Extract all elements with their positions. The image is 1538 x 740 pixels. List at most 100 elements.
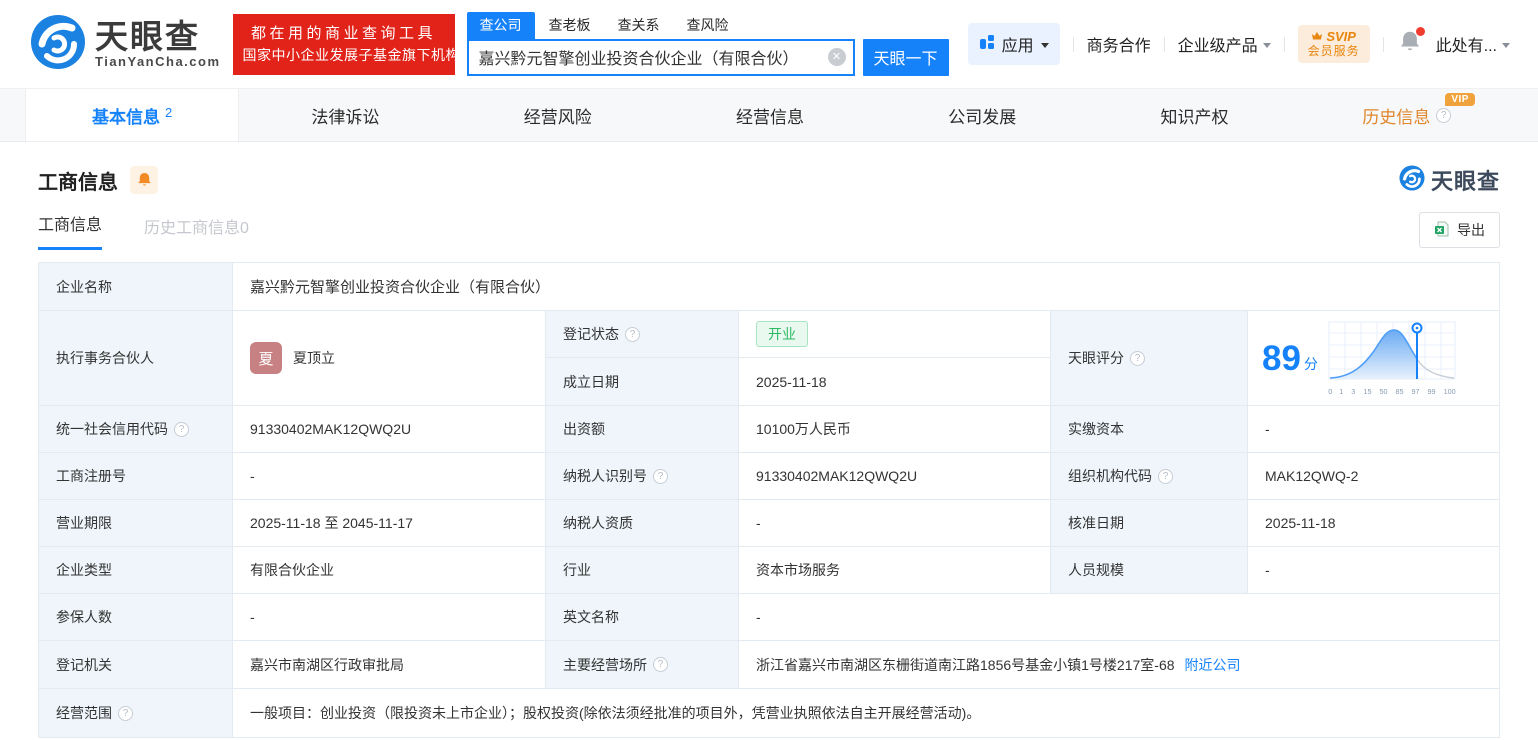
score-distribution-chart: 0131550859799100 (1328, 321, 1458, 396)
paid-capital-value: - (1248, 406, 1500, 453)
site-header: 天眼查 TianYanCha.com 都在用的商业查询工具 国家中小企业发展子基… (0, 0, 1538, 88)
subtab-business-info[interactable]: 工商信息 (38, 211, 102, 250)
field-label: 成立日期 (546, 358, 739, 406)
section-title: 工商信息 (38, 166, 118, 195)
tab-history-info[interactable]: VIP 历史信息 ? (1301, 89, 1513, 141)
export-label: 导出 (1457, 220, 1485, 240)
org-code-value: MAK12QWQ-2 (1248, 453, 1500, 500)
help-icon[interactable]: ? (174, 422, 189, 437)
status-badge: 开业 (756, 321, 808, 347)
tab-label: 基本信息 (92, 103, 160, 128)
field-label: 统一社会信用代码 ? (39, 406, 233, 453)
excel-icon (1434, 221, 1450, 240)
tab-label: 经营风险 (524, 103, 592, 128)
tab-operating-risk[interactable]: 经营风险 (452, 89, 664, 141)
header-nav: 应用 商务合作 企业级产品 SVIP 会员服务 (968, 23, 1510, 65)
crown-icon (1311, 29, 1323, 44)
tab-company-development[interactable]: 公司发展 (876, 89, 1088, 141)
field-label: 天眼评分 ? (1051, 311, 1248, 406)
score-value: 89 (1262, 341, 1301, 376)
notifications-bell[interactable] (1399, 30, 1421, 59)
search-box: ✕ (467, 39, 855, 76)
svip-member-button[interactable]: SVIP 会员服务 (1298, 25, 1370, 63)
field-label: 纳税人资质 (546, 500, 739, 547)
help-icon[interactable]: ? (118, 706, 133, 721)
credit-code-value: 91330402MAK12QWQ2U (233, 406, 546, 453)
tianyancha-logo[interactable]: 天眼查 TianYanCha.com (30, 14, 221, 75)
nav-enterprise-products[interactable]: 企业级产品 (1178, 32, 1271, 56)
chevron-down-icon (1041, 43, 1049, 48)
help-icon[interactable]: ? (1158, 469, 1173, 484)
nav-cooperation[interactable]: 商务合作 (1087, 32, 1151, 56)
vip-badge: VIP (1445, 93, 1475, 106)
enterprise-label: 企业级产品 (1178, 32, 1258, 56)
partner-name[interactable]: 夏顶立 (293, 348, 335, 368)
user-menu-label: 此处有... (1436, 32, 1497, 56)
field-label: 核准日期 (1051, 500, 1248, 547)
field-label: 行业 (546, 547, 739, 594)
avatar[interactable]: 夏 (250, 342, 282, 374)
search-tab-boss[interactable]: 查老板 (549, 12, 591, 39)
nav-divider (1073, 37, 1074, 52)
capital-value: 10100万人民币 (739, 406, 1051, 453)
apps-grid-icon (979, 34, 995, 55)
taxpayer-quality-value: - (739, 500, 1051, 547)
help-icon[interactable]: ? (653, 469, 668, 484)
clear-search-icon[interactable]: ✕ (828, 48, 846, 66)
help-icon[interactable]: ? (653, 657, 668, 672)
field-label: 组织机构代码 ? (1051, 453, 1248, 500)
business-scope-value: 一般项目：创业投资（限投资未上市企业）；股权投资(除依法须经批准的项目外，凭营业… (233, 689, 1500, 738)
field-label-text: 登记状态 (563, 324, 619, 344)
slogan-line2: 国家中小企业发展子基金旗下机构 (243, 45, 445, 66)
field-label-text: 天眼评分 (1068, 348, 1124, 368)
field-label: 英文名称 (546, 594, 739, 641)
chevron-down-icon (1502, 43, 1510, 48)
field-label: 执行事务合伙人 (39, 311, 233, 406)
tab-legal-litigation[interactable]: 法律诉讼 (239, 89, 451, 141)
field-label: 登记机关 (39, 641, 233, 689)
english-name-value: - (739, 594, 1500, 641)
nearby-companies-link[interactable]: 附近公司 (1185, 655, 1241, 675)
business-site-cell: 浙江省嘉兴市南湖区东栅街道南江路1856号基金小镇1号楼217室-68 附近公司 (739, 641, 1500, 689)
score-cell: 89 分 (1248, 311, 1500, 406)
export-button[interactable]: 导出 (1419, 212, 1500, 248)
apps-menu[interactable]: 应用 (968, 23, 1060, 65)
search-tab-relation[interactable]: 查关系 (618, 12, 660, 39)
tab-basic-info[interactable]: 基本信息 2 (25, 89, 239, 141)
field-label-text: 统一社会信用代码 (56, 419, 168, 439)
tab-label: 法律诉讼 (311, 103, 379, 128)
logo-title: 天眼查 (95, 20, 221, 54)
score-axis-ticks: 0131550859799100 (1328, 387, 1456, 396)
tab-intellectual-property[interactable]: 知识产权 (1088, 89, 1300, 141)
taxpayer-id-value: 91330402MAK12QWQ2U (739, 453, 1051, 500)
notification-dot (1416, 27, 1425, 36)
help-icon[interactable]: ? (1436, 108, 1451, 123)
help-icon[interactable]: ? (1130, 351, 1145, 366)
watermark-text: 天眼查 (1431, 164, 1500, 196)
field-label: 参保人数 (39, 594, 233, 641)
nav-divider (1284, 37, 1285, 52)
field-label-text: 经营范围 (56, 703, 112, 723)
subtab-history-business-info[interactable]: 历史工商信息0 (144, 214, 249, 250)
search-input[interactable] (467, 39, 855, 76)
field-label: 主要经营场所 ? (546, 641, 739, 689)
field-label: 营业期限 (39, 500, 233, 547)
tab-label: 公司发展 (948, 103, 1016, 128)
tianyancha-logo-icon (1399, 165, 1425, 196)
monitor-bell-button[interactable] (130, 166, 158, 194)
company-nav-tabs: 基本信息 2 法律诉讼 经营风险 经营信息 公司发展 知识产权 VIP 历史信息… (0, 88, 1538, 142)
svip-sublabel: 会员服务 (1308, 44, 1360, 59)
tab-label: 历史信息 (1362, 103, 1430, 128)
search-button[interactable]: 天眼一下 (863, 39, 949, 76)
help-icon[interactable]: ? (625, 327, 640, 342)
search-tab-risk[interactable]: 查风险 (687, 12, 729, 39)
tab-business-info[interactable]: 经营信息 (664, 89, 876, 141)
staff-size-value: - (1248, 547, 1500, 594)
industry-value: 资本市场服务 (739, 547, 1051, 594)
user-menu[interactable]: 此处有... (1436, 32, 1510, 56)
tab-label: 知识产权 (1161, 103, 1229, 128)
field-label-text: 纳税人识别号 (563, 466, 647, 486)
search-tab-company[interactable]: 查公司 (467, 12, 535, 39)
main-content: 工商信息 天眼查 工商信息 历史工商信息0 (0, 163, 1538, 738)
business-site-value: 浙江省嘉兴市南湖区东栅街道南江路1856号基金小镇1号楼217室-68 (756, 655, 1175, 675)
